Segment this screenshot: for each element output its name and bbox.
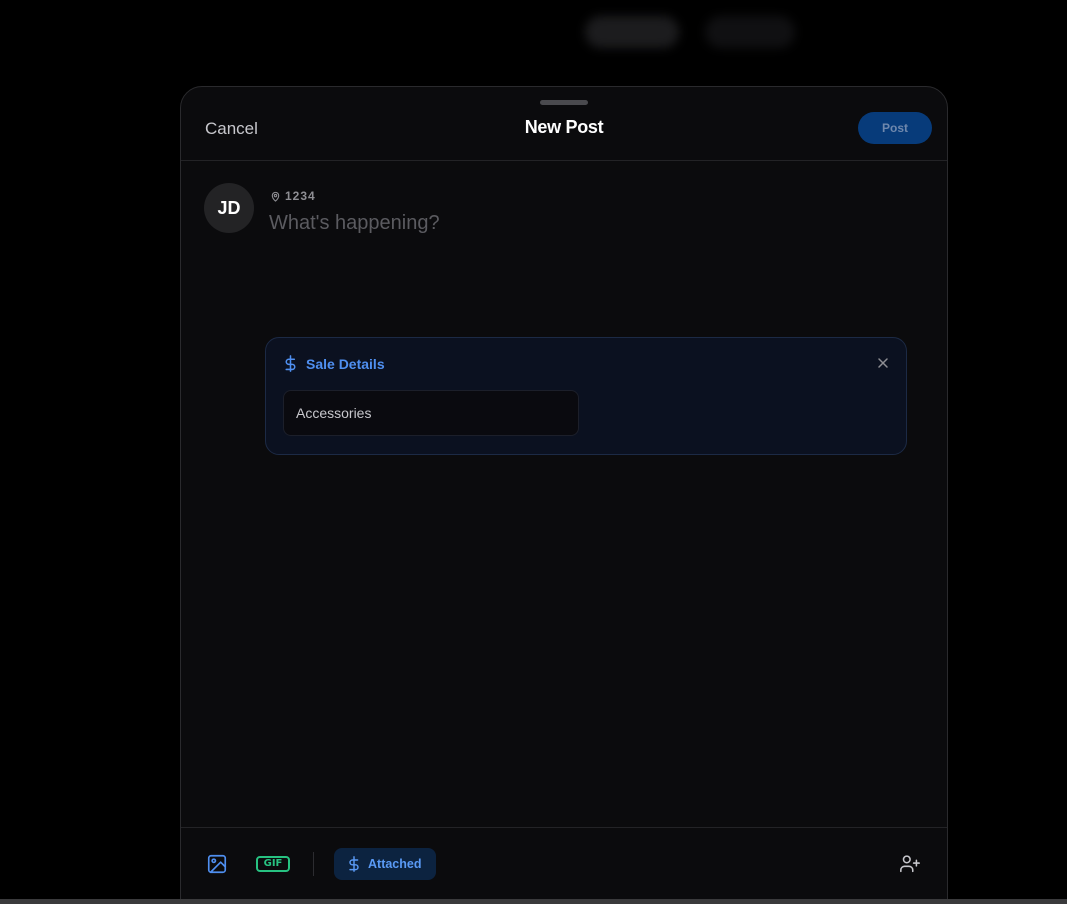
- new-post-modal: Cancel New Post Post JD 1234 Sale Detail…: [180, 86, 948, 904]
- attached-sale-button[interactable]: Attached: [334, 848, 436, 880]
- avatar: JD: [204, 183, 254, 233]
- background-tabs: [585, 16, 795, 48]
- location-tag[interactable]: 1234: [270, 189, 316, 203]
- background-tab: [705, 16, 795, 48]
- attached-label: Attached: [368, 857, 422, 871]
- modal-header: Cancel New Post Post: [181, 87, 947, 161]
- background-tab: [585, 16, 679, 48]
- category-field[interactable]: Accessories: [283, 390, 579, 436]
- sale-details-title: Sale Details: [306, 355, 385, 372]
- screen: Cancel New Post Post JD 1234 Sale Detail…: [0, 0, 1067, 904]
- post-text-input[interactable]: [269, 209, 869, 237]
- dollar-icon: [285, 355, 296, 372]
- post-button[interactable]: Post: [858, 112, 932, 144]
- modal-title: New Post: [524, 117, 604, 137]
- sale-details-card: Sale Details Accessories: [265, 337, 907, 455]
- user-plus-icon[interactable]: [899, 853, 921, 875]
- dollar-icon: [349, 856, 359, 872]
- location-text: 1234: [285, 189, 316, 203]
- map-pin-icon: [271, 191, 280, 202]
- toolbar-divider: [313, 852, 314, 876]
- image-icon[interactable]: [206, 853, 228, 875]
- sale-details-header: Sale Details: [283, 355, 385, 372]
- gif-button[interactable]: GIF: [256, 856, 290, 872]
- close-icon[interactable]: [876, 356, 890, 370]
- composer-toolbar: GIF Attached: [181, 827, 947, 904]
- bottom-edge: [0, 899, 1067, 904]
